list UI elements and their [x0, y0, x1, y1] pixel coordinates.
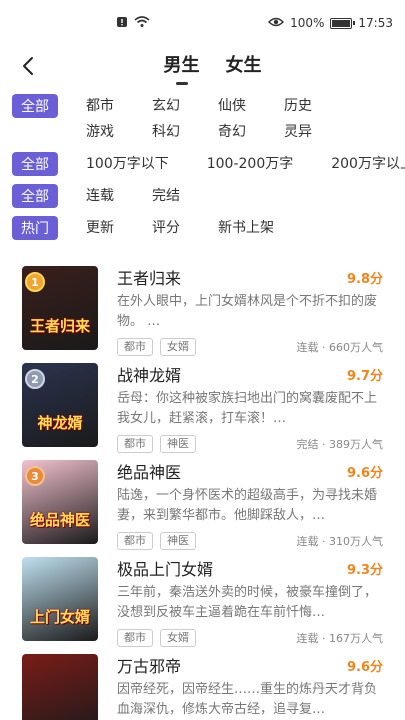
filter-option[interactable]: 连载 [86, 184, 152, 208]
book-score: 9.8分 [346, 271, 383, 287]
filter-pill-category[interactable]: 全部 [12, 94, 58, 118]
filter-option[interactable]: 新书上架 [218, 216, 284, 240]
book-title[interactable]: 战神龙婿 [117, 362, 181, 386]
battery-icon [330, 17, 356, 29]
filter-option[interactable]: 灵异 [284, 120, 350, 144]
filter-option[interactable]: 奇幻 [218, 120, 284, 144]
book-description: 因帝经死，因帝经生……重生的炼丹天才背负血海深仇，修炼大帝古经，追寻复… [117, 682, 378, 717]
book-cover[interactable]: 上门女婿 [22, 557, 98, 641]
gender-tabs: 男生 女生 [164, 51, 262, 85]
status-icons-left [116, 15, 150, 31]
book-stat: 连载 · 167万人气 [296, 632, 384, 645]
tab-female[interactable]: 女生 [226, 51, 262, 85]
rank-badge: 1 [25, 272, 45, 292]
back-button[interactable] [16, 54, 40, 78]
book-tag: 神医 [160, 532, 196, 550]
filter-row-length: 全部 100万字以下 100-200万字 200万字以上 [12, 152, 405, 176]
filter-row-category: 全部 都市 玄幻 仙侠 历史 游戏 科幻 奇幻 灵异 [12, 94, 405, 144]
book-description: 在外人眼中，上门女婿林风是个不折不扣的废物。 … [117, 294, 378, 329]
battery-fill [332, 19, 351, 27]
book-item[interactable]: 上门女婿 极品上门女婿 9.3分 三年前，秦浩送外卖的时候，被豪车撞倒了，没想到反… [0, 547, 405, 647]
book-title[interactable]: 绝品神医 [117, 459, 181, 483]
book-tag: 都市 [117, 435, 153, 453]
book-item[interactable]: 3 绝品神医 绝品神医 9.6分 陆逸，一个身怀医术的超级高手，为寻找未婚妻，来到… [0, 450, 405, 550]
book-cover[interactable]: 1 王者归来 [22, 266, 98, 350]
sort-options: 更新 评分 新书上架 [86, 216, 284, 240]
cover-title-text: 绝品神医 [29, 511, 90, 529]
book-item[interactable]: 万古邪帝 9.6分 因帝经死，因帝经生……重生的炼丹天才背负血海深仇，修炼大帝古经… [0, 644, 405, 720]
book-score: 9.6分 [346, 465, 383, 481]
filter-option[interactable]: 都市 [86, 94, 152, 118]
wifi-icon [134, 15, 150, 31]
book-score: 9.6分 [346, 659, 383, 675]
notification-icon [116, 16, 128, 31]
rank-badge: 3 [25, 466, 45, 486]
filter-pill-sort[interactable]: 热门 [12, 216, 58, 240]
status-options: 连载 完结 [86, 184, 218, 208]
eye-icon [268, 16, 285, 31]
chevron-left-icon [23, 57, 33, 75]
book-info: 王者归来 9.8分 在外人眼中，上门女婿林风是个不折不扣的废物。 … 都市 女婿 连载… [117, 265, 384, 356]
book-tag: 女婿 [160, 629, 196, 647]
book-tag: 都市 [117, 629, 153, 647]
battery-percent: 100% [290, 16, 325, 30]
filter-option[interactable]: 100-200万字 [207, 152, 294, 176]
filter-option[interactable]: 历史 [284, 94, 350, 118]
filter-option[interactable]: 评分 [152, 216, 218, 240]
cover-title-text: 上门女婿 [29, 608, 90, 626]
clock: 17:53 [358, 16, 393, 30]
book-tag: 都市 [117, 338, 153, 356]
book-tag: 神医 [160, 435, 196, 453]
book-cover[interactable]: 3 绝品神医 [22, 460, 98, 544]
filter-pill-status[interactable]: 全部 [12, 184, 58, 208]
book-item[interactable]: 1 王者归来 王者归来 9.8分 在外人眼中，上门女婿林风是个不折不扣的废物。 …… [0, 256, 405, 356]
length-options: 100万字以下 100-200万字 200万字以上 [86, 152, 405, 176]
filter-row-sort: 热门 更新 评分 新书上架 [12, 216, 405, 240]
book-title[interactable]: 极品上门女婿 [117, 556, 213, 580]
book-info: 战神龙婿 9.7分 岳母：你这种被家族扫地出门的窝囊废配不上我女儿，赶紧滚，打车滚… [117, 362, 384, 453]
book-cover[interactable] [22, 654, 98, 720]
book-info: 万古邪帝 9.6分 因帝经死，因帝经生……重生的炼丹天才背负血海深仇，修炼大帝古经… [117, 654, 383, 720]
book-description: 陆逸，一个身怀医术的超级高手，为寻找未婚妻，来到繁华都市。他脚踩敌人，… [117, 488, 378, 523]
cover-title-text: 王者归来 [29, 317, 90, 335]
book-title[interactable]: 万古邪帝 [117, 653, 181, 677]
filter-option[interactable]: 游戏 [86, 120, 152, 144]
book-info: 绝品神医 9.6分 陆逸，一个身怀医术的超级高手，为寻找未婚妻，来到繁华都市。他脚… [117, 459, 384, 550]
book-description: 三年前，秦浩送外卖的时候，被豪车撞倒了，没想到反被车主逼着跪在车前忏悔… [117, 585, 378, 620]
book-cover[interactable]: 2 神龙婿 [22, 363, 98, 447]
filter-pill-length[interactable]: 全部 [12, 152, 58, 176]
filter-option[interactable]: 完结 [152, 184, 218, 208]
filter-option[interactable]: 100万字以下 [86, 152, 169, 176]
category-options: 都市 玄幻 仙侠 历史 游戏 科幻 奇幻 灵异 [86, 94, 405, 144]
filter-option[interactable]: 玄幻 [152, 94, 218, 118]
book-stat: 连载 · 660万人气 [296, 341, 384, 354]
filter-option[interactable]: 仙侠 [218, 94, 284, 118]
filter-option[interactable]: 更新 [86, 216, 152, 240]
book-title[interactable]: 王者归来 [117, 265, 181, 289]
book-score: 9.3分 [346, 562, 383, 578]
book-item[interactable]: 2 神龙婿 战神龙婿 9.7分 岳母：你这种被家族扫地出门的窝囊废配不上我女儿，赶… [0, 353, 405, 453]
header: 男生 女生 [0, 46, 405, 90]
rank-badge: 2 [25, 369, 45, 389]
filter-option[interactable]: 科幻 [152, 120, 218, 144]
book-list: 1 王者归来 王者归来 9.8分 在外人眼中，上门女婿林风是个不折不扣的废物。 …… [0, 256, 405, 720]
status-icons-right: 100% 17:53 [268, 16, 393, 31]
filter-row-status: 全部 连载 完结 [12, 184, 405, 208]
book-stat: 连载 · 310万人气 [296, 535, 384, 548]
status-bar: 100% 17:53 [0, 0, 405, 46]
cover-title-text: 神龙婿 [37, 414, 83, 432]
filter-panel: 全部 都市 玄幻 仙侠 历史 游戏 科幻 奇幻 灵异 全部 100万字以下 10… [0, 90, 405, 240]
book-stat: 完结 · 389万人气 [296, 438, 384, 451]
filter-option[interactable]: 200万字以上 [331, 152, 405, 176]
book-info: 极品上门女婿 9.3分 三年前，秦浩送外卖的时候，被豪车撞倒了，没想到反被车主逼着… [117, 556, 384, 647]
book-score: 9.7分 [346, 368, 383, 384]
book-description: 岳母：你这种被家族扫地出门的窝囊废配不上我女儿，赶紧滚，打车滚！… [117, 391, 378, 426]
book-tag: 都市 [117, 532, 153, 550]
tab-male[interactable]: 男生 [164, 51, 200, 85]
book-tag: 女婿 [160, 338, 196, 356]
